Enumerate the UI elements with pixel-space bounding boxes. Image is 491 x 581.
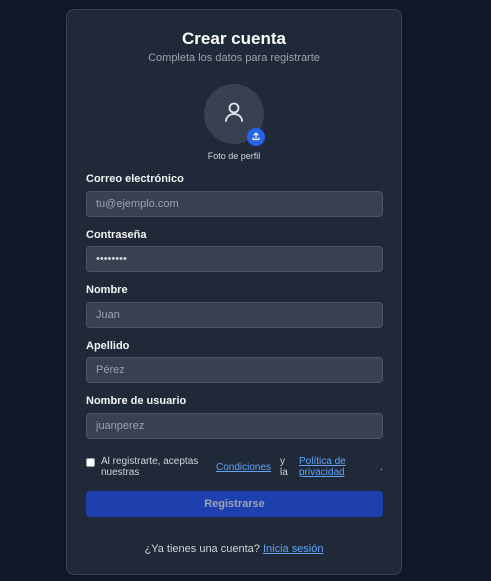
profile-photo-label: Foto de perfil (207, 151, 261, 161)
upload-photo-button[interactable] (247, 128, 265, 146)
terms-conjunction-text: y la (280, 456, 288, 478)
email-label: Correo electrónico (86, 173, 184, 185)
login-prompt-row: ¿Ya tienes una cuenta? Inicia sesión (67, 543, 401, 555)
email-field[interactable] (86, 191, 383, 217)
register-button[interactable]: Registrarse (86, 491, 383, 517)
page-title: Crear cuenta (182, 29, 286, 48)
username-field[interactable] (86, 413, 383, 439)
register-card: Crear cuenta Completa los datos para reg… (66, 9, 402, 575)
terms-checkbox[interactable] (86, 458, 95, 467)
login-prompt-text: ¿Ya tienes una cuenta? (144, 543, 260, 555)
privacy-policy-link[interactable]: Política de privacidad (299, 456, 359, 478)
password-field[interactable] (86, 246, 383, 272)
first-name-field[interactable] (86, 302, 383, 328)
page-subtitle: Completa los datos para registrarte (148, 52, 320, 64)
upload-icon (251, 128, 261, 146)
username-label: Nombre de usuario (86, 395, 187, 407)
last-name-field[interactable] (86, 357, 383, 383)
conditions-link[interactable]: Condiciones (216, 462, 271, 473)
first-name-label: Nombre (86, 284, 128, 296)
last-name-label: Apellido (86, 340, 130, 352)
login-link[interactable]: Inicia sesión (263, 543, 324, 555)
user-icon (224, 101, 244, 128)
password-label: Contraseña (86, 229, 147, 241)
terms-prefix-text: Al registrarte, aceptas nuestras (101, 456, 199, 478)
terms-row: Al registrarte, aceptas nuestras Condici… (86, 456, 386, 480)
terms-suffix-text: . (380, 462, 383, 473)
